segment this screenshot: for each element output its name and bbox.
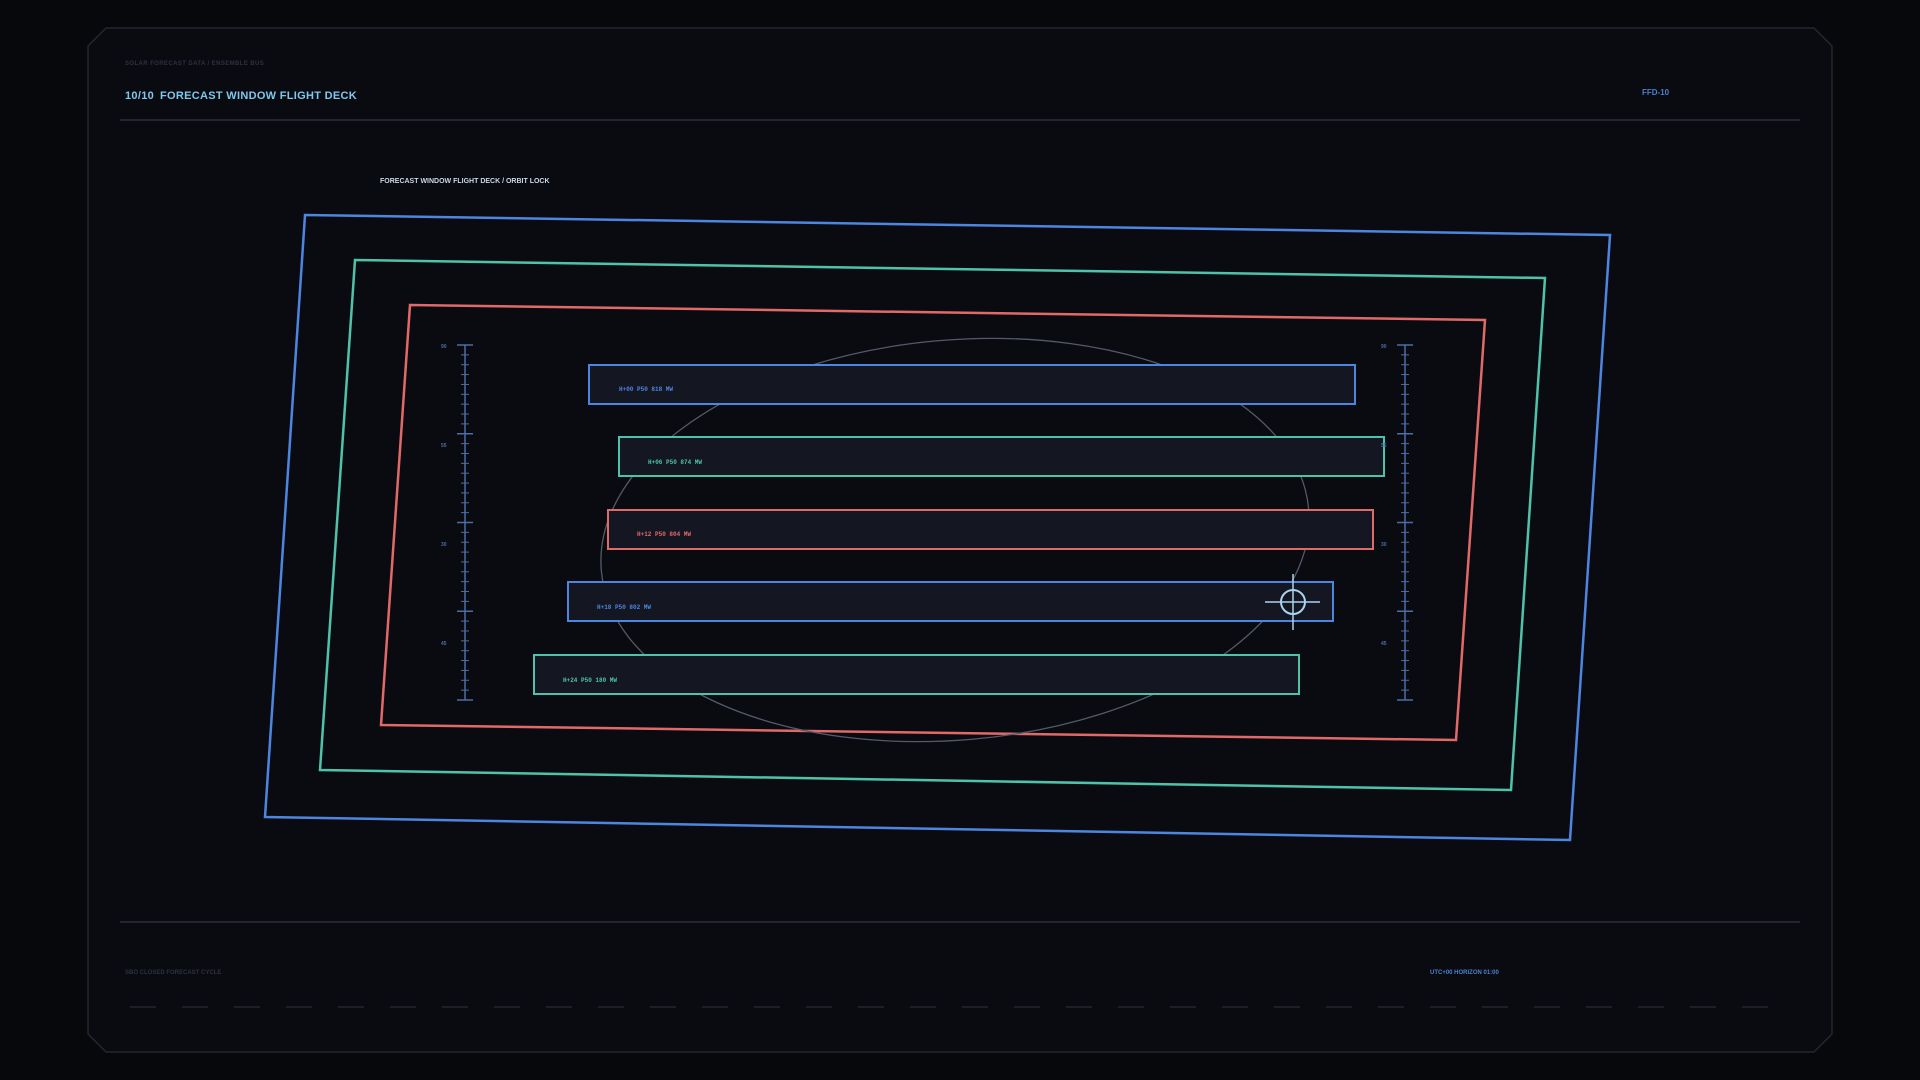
page-title: 10/10 FORECAST WINDOW FLIGHT DECK [125, 90, 357, 102]
gauge-left-tick-0: 90 [441, 344, 447, 350]
gauge-right-tick-3: 45 [1381, 641, 1387, 647]
bar-label-h18: H+18 P50 802 MW [597, 604, 652, 611]
deck-id-badge: FFD-10 [1642, 88, 1670, 97]
gauge-right-tick-2: 30 [1381, 542, 1387, 548]
forecast-bar-1[interactable] [618, 436, 1385, 477]
header-sub-label: SOLAR FORECAST DATA / ENSEMBLE BUS [125, 61, 265, 67]
gauge-right-tick-0: 90 [1381, 344, 1387, 350]
gauge-right-tick-1: 55 [1381, 443, 1387, 449]
footer-status-right: UTC+00 HORIZON 01:00 [1430, 970, 1499, 976]
forecast-bar-3[interactable] [567, 581, 1334, 622]
bar-label-h06: H+06 P50 874 MW [648, 459, 703, 466]
bar-label-h00: H+00 P50 818 MW [619, 386, 674, 393]
deck-frame [87, 27, 1833, 1053]
forecast-bar-4[interactable] [533, 654, 1300, 695]
page-title-text: FORECAST WINDOW FLIGHT DECK [160, 90, 357, 102]
gauge-left-tick-3: 45 [441, 641, 447, 647]
deck-caption: FORECAST WINDOW FLIGHT DECK / ORBIT LOCK [380, 178, 550, 185]
footer-status-left: SBO CLOSED FORECAST CYCLE [125, 970, 222, 976]
page-counter: 10/10 [125, 90, 155, 102]
forecast-bar-2[interactable] [607, 509, 1374, 550]
gauge-left-tick-1: 55 [441, 443, 447, 449]
bar-label-h24: H+24 P50 180 MW [563, 677, 618, 684]
gauge-left-tick-2: 30 [441, 542, 447, 548]
forecast-deck-screen: SOLAR FORECAST DATA / ENSEMBLE BUS 10/10… [0, 0, 1920, 1080]
bar-label-h12: H+12 P50 804 MW [637, 531, 692, 538]
forecast-bar-0[interactable] [588, 364, 1356, 405]
